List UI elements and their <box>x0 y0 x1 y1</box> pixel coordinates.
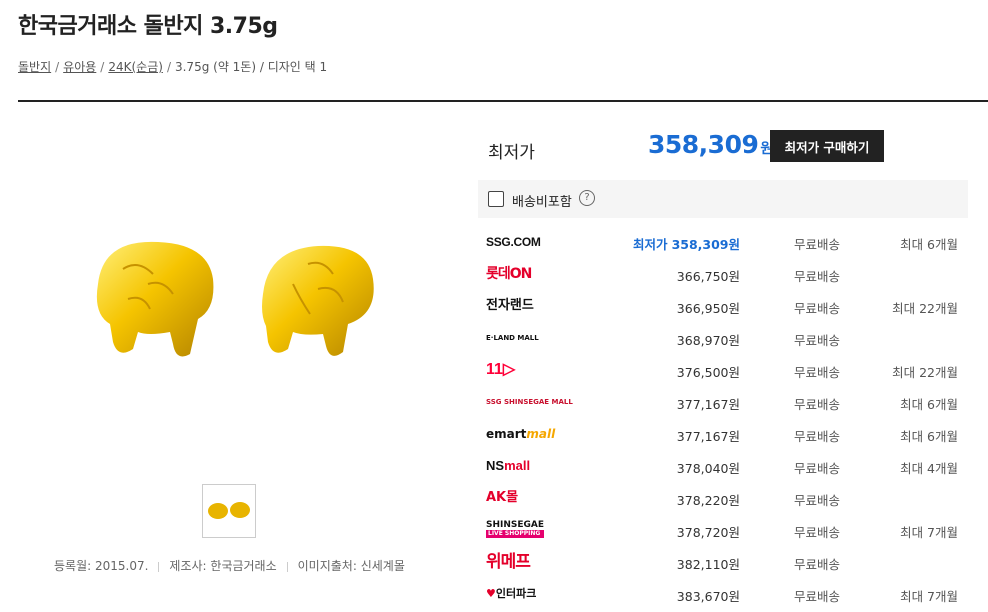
ns-logo-mall: mall <box>504 458 531 473</box>
offer-price[interactable]: 최저가 358,309원 <box>633 234 740 253</box>
shipping-filter: 배송비포함 ? <box>478 180 968 218</box>
offer-shipping: 무료배송 <box>794 237 841 252</box>
ns-mall-logo[interactable]: NSmall <box>486 457 530 475</box>
offer-row[interactable]: emartmall 377,167원 무료배송 최대 6개월 <box>478 418 968 450</box>
offer-row[interactable]: AK몰 378,220원 무료배송 <box>478 482 968 514</box>
ak-mall-logo[interactable]: AK몰 <box>486 489 518 507</box>
offer-shipping: 무료배송 <box>794 301 841 316</box>
offer-price[interactable]: 378,720원 <box>677 522 740 541</box>
offer-installment: 최대 7개월 <box>900 589 958 604</box>
emart-mall-logo[interactable]: emartmall <box>486 425 555 443</box>
emart-logo-mall: mall <box>526 427 556 441</box>
breadcrumb-separator: / <box>100 60 105 74</box>
offer-shipping: 무료배송 <box>794 397 841 412</box>
meta-divider <box>158 561 160 572</box>
offer-price-value: 358,309원 <box>671 237 740 252</box>
title-divider <box>18 100 988 102</box>
breadcrumb-link[interactable]: 유아용 <box>63 60 96 74</box>
shinsegae-live-logo[interactable]: SHINSEGAE LIVE SHOPPING <box>486 520 545 539</box>
offer-price[interactable]: 378,040원 <box>677 458 740 477</box>
offer-row[interactable]: SSG SHINSEGAE MALL 377,167원 무료배송 최대 6개월 <box>478 386 968 418</box>
offer-shipping: 무료배송 <box>794 269 841 284</box>
shipping-included-checkbox[interactable] <box>488 191 504 207</box>
offer-row[interactable]: 11▷ 376,500원 무료배송 최대 22개월 <box>478 354 968 386</box>
offer-price[interactable]: 377,167원 <box>677 426 740 445</box>
offer-shipping: 무료배송 <box>794 493 841 508</box>
interpark-logo-text: 인터파크 <box>495 587 537 600</box>
help-icon[interactable]: ? <box>579 190 595 206</box>
offer-price[interactable]: 383,670원 <box>677 586 740 605</box>
offer-price[interactable]: 368,970원 <box>677 330 740 349</box>
offer-shipping: 무료배송 <box>794 525 841 540</box>
heart-icon: ♥ <box>486 587 496 600</box>
lowest-tag: 최저가 <box>633 237 668 252</box>
offer-installment: 최대 22개월 <box>892 301 958 316</box>
offer-price[interactable]: 376,500원 <box>677 362 740 381</box>
emart-logo-text: emart <box>486 427 527 441</box>
meta-divider <box>286 561 288 572</box>
offer-list: SSG.COM 최저가 358,309원 무료배송 최대 6개월 롯데ON 366… <box>478 226 968 610</box>
offer-installment: 최대 22개월 <box>892 365 958 380</box>
page-title: 한국금거래소 돌반지 3.75g <box>18 14 278 39</box>
breadcrumb-separator: / <box>55 60 60 74</box>
offer-installment: 최대 6개월 <box>900 237 958 252</box>
lowest-price-label: 최저가 <box>488 143 535 163</box>
thumbnail[interactable] <box>202 484 256 538</box>
product-gallery: 등록월: 2015.07. 제조사: 한국금거래소 이미지출처: 신세계몰 <box>18 104 458 612</box>
offer-row[interactable]: SHINSEGAE LIVE SHOPPING 378,720원 무료배송 최대 … <box>478 514 968 546</box>
eland-mall-logo[interactable]: E·LAND MALL <box>486 329 539 347</box>
offer-row[interactable]: 전자랜드 366,950원 무료배송 최대 22개월 <box>478 290 968 322</box>
lowest-price-row: 최저가 358,309 원 최저가 구매하기 <box>478 126 968 166</box>
breadcrumb-tail: 3.75g (약 1돈) / 디자인 택 1 <box>174 60 328 74</box>
image-source: 이미지출처: 신세계몰 <box>297 559 405 573</box>
ns-logo-text: NS <box>486 458 505 473</box>
offer-row[interactable]: NSmall 378,040원 무료배송 최대 4개월 <box>478 450 968 482</box>
live-shopping-tag: LIVE SHOPPING <box>486 530 545 538</box>
offer-shipping: 무료배송 <box>794 557 841 572</box>
offer-shipping: 무료배송 <box>794 461 841 476</box>
offer-price[interactable]: 382,110원 <box>677 554 740 573</box>
offer-installment: 최대 4개월 <box>900 461 958 476</box>
product-image[interactable] <box>78 224 398 364</box>
breadcrumb-separator: / <box>166 60 171 74</box>
ssg-logo[interactable]: SSG.COM <box>486 233 541 251</box>
electroland-logo[interactable]: 전자랜드 <box>486 297 534 315</box>
thumbnail-image <box>208 502 250 519</box>
11st-logo[interactable]: 11▷ <box>486 361 515 379</box>
registered-date: 등록월: 2015.07. <box>54 559 149 573</box>
lotte-on-logo[interactable]: 롯데ON <box>486 265 532 283</box>
manufacturer: 제조사: 한국금거래소 <box>169 559 277 573</box>
shinsegae-logo-text: SHINSEGAE <box>486 520 545 530</box>
offer-price[interactable]: 378,220원 <box>677 490 740 509</box>
breadcrumb: 돌반지 / 유아용/24K(순금)/3.75g (약 1돈) / 디자인 택 1 <box>18 58 327 75</box>
offer-row[interactable]: 롯데ON 366,750원 무료배송 <box>478 258 968 290</box>
offer-shipping: 무료배송 <box>794 429 841 444</box>
offer-installment: 최대 6개월 <box>900 429 958 444</box>
offer-price[interactable]: 366,750원 <box>677 266 740 285</box>
wemakeprice-logo[interactable]: 위메프 <box>486 553 531 571</box>
offer-row[interactable]: SSG.COM 최저가 358,309원 무료배송 최대 6개월 <box>478 226 968 258</box>
buy-lowest-button[interactable]: 최저가 구매하기 <box>770 130 884 162</box>
offer-row[interactable]: ♥인터파크 383,670원 무료배송 최대 7개월 <box>478 578 968 610</box>
shinsegae-mall-logo[interactable]: SSG SHINSEGAE MALL <box>486 393 573 411</box>
offer-installment: 최대 7개월 <box>900 525 958 540</box>
breadcrumb-link[interactable]: 24K(순금) <box>108 60 163 74</box>
shipping-included-label[interactable]: 배송비포함 <box>512 191 572 210</box>
offer-shipping: 무료배송 <box>794 365 841 380</box>
offer-price[interactable]: 366,950원 <box>677 298 740 317</box>
product-meta: 등록월: 2015.07. 제조사: 한국금거래소 이미지출처: 신세계몰 <box>54 557 405 574</box>
offer-shipping: 무료배송 <box>794 333 841 348</box>
offer-row[interactable]: 위메프 382,110원 무료배송 <box>478 546 968 578</box>
offer-installment: 최대 6개월 <box>900 397 958 412</box>
offer-shipping: 무료배송 <box>794 589 841 604</box>
offer-row[interactable]: E·LAND MALL 368,970원 무료배송 <box>478 322 968 354</box>
lowest-price-value: 358,309 원 <box>648 130 773 159</box>
interpark-logo[interactable]: ♥인터파크 <box>486 585 536 603</box>
lowest-price-amount: 358,309 <box>648 130 759 159</box>
offer-price[interactable]: 377,167원 <box>677 394 740 413</box>
breadcrumb-link[interactable]: 돌반지 <box>18 60 51 74</box>
